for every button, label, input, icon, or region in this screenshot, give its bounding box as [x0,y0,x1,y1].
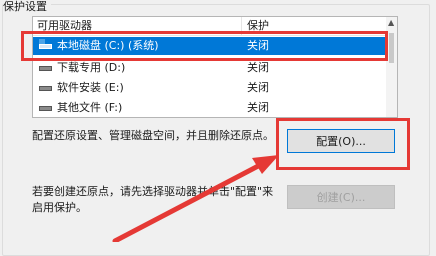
annotation-arrow-icon [112,155,279,242]
